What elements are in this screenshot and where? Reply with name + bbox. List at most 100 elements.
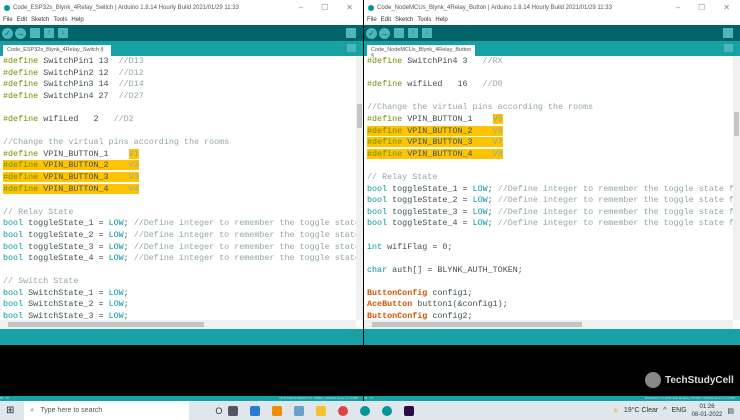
- code-token: //RX: [483, 56, 503, 66]
- code-editor[interactable]: #define SwitchPin4 3 //RX #define wifiLe…: [364, 56, 740, 320]
- serial-monitor-button[interactable]: [723, 28, 733, 38]
- code-token: toggleState_1 =: [23, 218, 108, 228]
- tab-sketch[interactable]: Code_NodeMCUs_Blynk_4Relay_Button §: [367, 45, 475, 56]
- app-icon[interactable]: [294, 406, 304, 416]
- upload-button[interactable]: →: [15, 28, 26, 39]
- app-icon[interactable]: [250, 406, 260, 416]
- code-line: [364, 230, 740, 242]
- task-view-icon[interactable]: [228, 406, 238, 416]
- verify-button[interactable]: ✓: [2, 28, 13, 39]
- code-token: bool: [367, 195, 387, 205]
- menu-help[interactable]: Help: [435, 17, 447, 23]
- code-token: VPIN_BUTTON_3: [43, 172, 128, 182]
- minimize-button[interactable]: –: [299, 3, 303, 12]
- open-button[interactable]: ↑: [44, 28, 54, 38]
- menu-sketch[interactable]: Sketch: [395, 17, 413, 23]
- code-line: ButtonConfig config2;: [364, 311, 740, 320]
- new-button[interactable]: [394, 28, 404, 38]
- code-token: button1(&config1);: [412, 299, 508, 309]
- code-token: LOW: [109, 218, 124, 228]
- cortana-icon[interactable]: O: [215, 406, 222, 416]
- code-editor[interactable]: #define SwitchPin1 13 //D13#define Switc…: [0, 56, 363, 320]
- taskbar-search[interactable]: ⌕Type here to search: [24, 401, 189, 420]
- weather-text[interactable]: 19°C Clear: [624, 407, 658, 414]
- code-token: //D14: [119, 79, 144, 89]
- code-token: //D0: [483, 79, 503, 89]
- chrome-icon[interactable]: [338, 406, 348, 416]
- code-token: SwitchPin4 27: [43, 91, 118, 101]
- code-line: bool toggleState_2 = LOW; //Define integ…: [364, 195, 740, 207]
- file-explorer-icon[interactable]: [316, 406, 326, 416]
- code-line: int wifiFlag = 0;: [364, 242, 740, 254]
- vlc-icon[interactable]: [272, 406, 282, 416]
- code-token: toggleState_3 =: [23, 242, 108, 252]
- arduino-taskbar-icon[interactable]: [382, 406, 392, 416]
- open-button[interactable]: ↑: [408, 28, 418, 38]
- close-button[interactable]: ✕: [723, 3, 730, 12]
- menu-edit[interactable]: Edit: [381, 17, 391, 23]
- code-token: int: [367, 242, 382, 252]
- code-token: ;: [124, 311, 129, 320]
- code-line: #define SwitchPin1 13 //D13: [0, 56, 363, 68]
- clock[interactable]: 01:2608-01-2022: [692, 403, 723, 419]
- menu-file[interactable]: File: [3, 17, 13, 23]
- tab-sketch[interactable]: Code_ESP32s_Blynk_4Relay_Switch §: [3, 45, 111, 56]
- menu-file[interactable]: File: [367, 17, 377, 23]
- search-icon: ⌕: [30, 407, 34, 415]
- code-token: #define: [3, 114, 43, 124]
- code-token: //D2: [114, 114, 134, 124]
- code-line: bool SwitchState_1 = LOW;: [0, 288, 363, 300]
- menu-tools[interactable]: Tools: [53, 17, 67, 23]
- menu-sketch[interactable]: Sketch: [31, 17, 49, 23]
- tab-menu-button[interactable]: [724, 44, 733, 52]
- code-token: bool: [367, 207, 387, 217]
- code-token: //Define integer to remember the toggle …: [498, 218, 740, 228]
- save-button[interactable]: ↓: [422, 28, 432, 38]
- horizontal-scrollbar[interactable]: [364, 320, 733, 329]
- code-line: bool toggleState_1 = LOW; //Define integ…: [364, 184, 740, 196]
- code-token: LOW: [109, 242, 124, 252]
- message-bar: [0, 329, 363, 345]
- code-token: ;: [124, 299, 129, 309]
- code-token: #define: [3, 172, 43, 182]
- minimize-button[interactable]: –: [676, 3, 680, 12]
- code-line: bool toggleState_4 = LOW; //Define integ…: [364, 218, 740, 230]
- windows-start-icon[interactable]: ⊞: [6, 405, 14, 416]
- serial-monitor-button[interactable]: [346, 28, 356, 38]
- vertical-scrollbar[interactable]: [356, 56, 363, 320]
- code-line: [364, 68, 740, 80]
- arduino-taskbar-icon[interactable]: [360, 406, 370, 416]
- save-button[interactable]: ↓: [58, 28, 68, 38]
- menu-edit[interactable]: Edit: [17, 17, 27, 23]
- code-token: VPIN_BUTTON_2: [407, 126, 492, 136]
- vertical-scrollbar[interactable]: [733, 56, 740, 320]
- tab-menu-button[interactable]: [347, 44, 356, 52]
- code-line: #define VPIN_BUTTON_3 V7: [364, 137, 740, 149]
- code-line: bool toggleState_4 = LOW; //Define integ…: [0, 253, 363, 265]
- premiere-icon[interactable]: [404, 406, 414, 416]
- new-button[interactable]: [30, 28, 40, 38]
- code-line: bool SwitchState_3 = LOW;: [0, 311, 363, 320]
- menu-tools[interactable]: Tools: [417, 17, 431, 23]
- language-indicator[interactable]: ENG: [672, 407, 687, 414]
- code-token: //D13: [119, 56, 144, 66]
- code-token: // Relay State: [367, 172, 437, 182]
- verify-button[interactable]: ✓: [366, 28, 377, 39]
- code-token: //Change the virtual pins according the …: [3, 137, 229, 147]
- menu-help[interactable]: Help: [71, 17, 83, 23]
- maximize-button[interactable]: ☐: [321, 3, 328, 12]
- tray-chevron-icon[interactable]: ^: [663, 407, 666, 414]
- close-button[interactable]: ✕: [346, 3, 353, 12]
- maximize-button[interactable]: ☐: [698, 3, 705, 12]
- toolbar: ✓→ ↑ ↓: [0, 25, 363, 41]
- code-token: toggleState_3 =: [387, 207, 472, 217]
- arduino-icon: [4, 5, 10, 11]
- code-token: #define: [367, 126, 407, 136]
- code-line: char auth[] = BLYNK_AUTH_TOKEN;: [364, 265, 740, 277]
- code-token: #define: [3, 56, 43, 66]
- upload-button[interactable]: →: [379, 28, 390, 39]
- notification-icon[interactable]: ▤: [727, 407, 734, 415]
- horizontal-scrollbar[interactable]: [0, 320, 356, 329]
- code-line: bool SwitchState_2 = LOW;: [0, 299, 363, 311]
- code-token: bool: [3, 218, 23, 228]
